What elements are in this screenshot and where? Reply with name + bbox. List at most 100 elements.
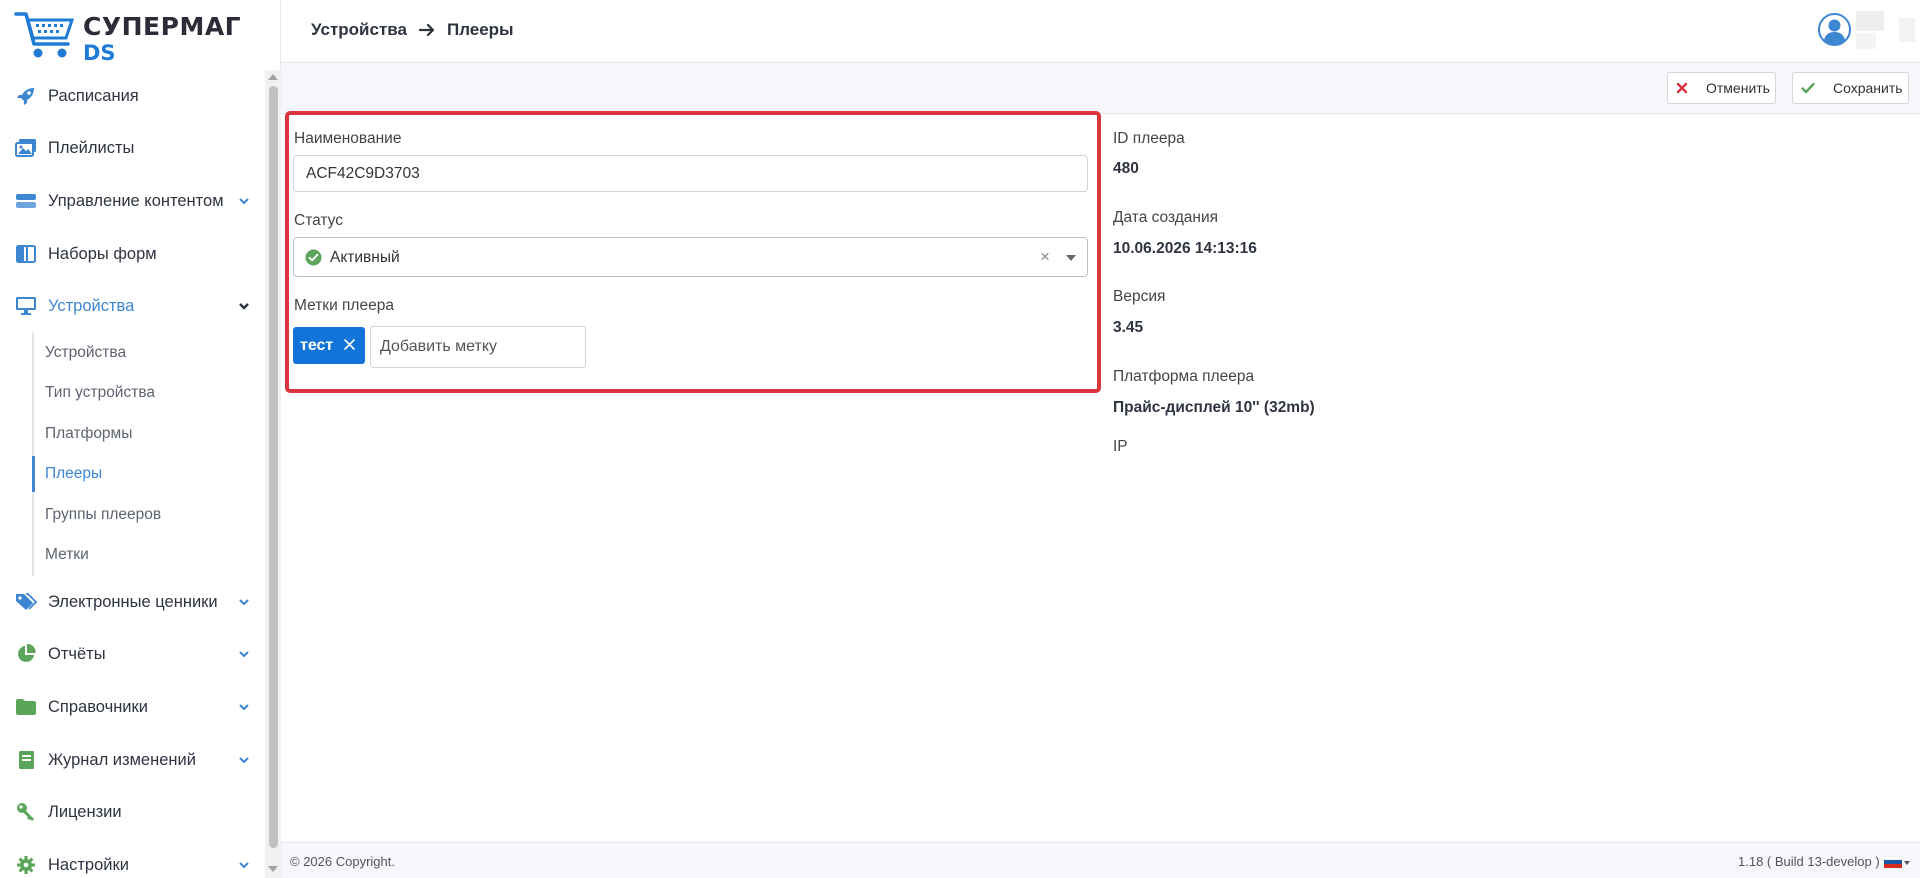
user-avatar-icon[interactable] [1818,13,1851,46]
scroll-down-arrow-icon[interactable] [268,866,278,872]
sidebar-item-content-management[interactable]: Управление контентом [0,181,262,221]
status-select[interactable]: Активный × [293,237,1088,277]
sidebar-item-reports[interactable]: Отчёты [0,634,262,674]
tag-chip: тест [293,327,365,364]
key-icon [15,801,37,823]
chevron-down-icon[interactable] [238,300,250,312]
sidebar-item-label: Настройки [48,855,129,874]
cart-logo-icon [14,12,75,58]
clear-icon[interactable]: × [1040,247,1050,267]
sidebar: СУПЕРМАГ DS Расписания Плейлисты Управле… [0,0,281,878]
status-select-value: Активный [330,249,400,266]
breadcrumb-parent[interactable]: Устройства [311,20,407,40]
sidebar-item-settings[interactable]: Настройки [0,845,262,878]
submenu-line [32,332,34,576]
tag-chip-label: тест [300,336,334,354]
sidebar-item-electronic-labels[interactable]: Электронные ценники [0,582,262,622]
submenu-item-players[interactable]: Плееры [45,460,102,488]
chevron-down-icon[interactable] [238,754,250,766]
player-id-value: 480 [1113,160,1139,177]
chevron-down-icon[interactable] [238,859,250,871]
sidebar-item-label: Справочники [48,697,148,716]
cancel-button[interactable]: Отменить [1667,72,1776,104]
scroll-up-arrow-icon[interactable] [268,74,278,80]
sidebar-item-label: Устройства [48,296,135,315]
submenu-active-indicator [32,456,35,492]
ip-label: IP [1113,438,1128,455]
created-date-value: 10.06.2026 14:13:16 [1113,240,1257,257]
pie-chart-icon [15,643,37,665]
book-icon [15,749,37,771]
logo-title: СУПЕРМАГ [83,12,242,41]
username-redacted [1856,11,1884,31]
folder-icon [15,696,37,718]
caret-down-icon[interactable] [1066,255,1076,261]
header: Устройства Плееры [281,0,1920,63]
sidebar-scrollbar-thumb[interactable] [269,86,278,848]
copyright-text: © 2026 Copyright. [290,854,395,869]
username-redacted [1899,18,1915,42]
submenu-item-tags[interactable]: Метки [45,541,89,569]
cancel-button-label: Отменить [1706,80,1770,96]
sidebar-item-label: Электронные ценники [48,592,218,611]
footer: © 2026 Copyright. 1.18 ( Build 13-develo… [281,842,1920,878]
rocket-icon [15,85,37,107]
gear-icon [15,854,37,876]
language-caret-icon[interactable] [1904,861,1910,865]
breadcrumb: Устройства Плееры [311,20,514,40]
sidebar-item-label: Управление контентом [48,191,224,210]
breadcrumb-current: Плееры [446,20,514,39]
toolbar: Отменить Сохранить [281,63,1920,114]
submenu-item-device-type[interactable]: Тип устройства [45,379,155,407]
tag-remove-icon[interactable] [343,338,356,351]
check-icon [1801,82,1815,94]
sidebar-item-form-sets[interactable]: Наборы форм [0,234,262,274]
chevron-down-icon[interactable] [238,596,250,608]
sidebar-item-playlists[interactable]: Плейлисты [0,128,262,168]
sidebar-item-label: Наборы форм [48,244,157,263]
status-field-label: Статус [294,212,343,229]
chevron-down-icon[interactable] [238,701,250,713]
chevron-down-icon[interactable] [238,648,250,660]
monitor-icon [15,295,37,317]
tags-field-label: Метки плеера [294,297,394,314]
submenu-item-platforms[interactable]: Платформы [45,420,132,448]
submenu-item-player-groups[interactable]: Группы плееров [45,501,161,529]
name-field[interactable]: ACF42C9D3703 [293,155,1088,192]
logo[interactable]: СУПЕРМАГ DS [14,8,241,66]
check-circle-icon [305,249,322,266]
content-icon [15,190,37,212]
version-label: Версия [1113,288,1166,305]
submenu-item-devices[interactable]: Устройства [45,339,126,367]
sidebar-item-change-log[interactable]: Журнал изменений [0,740,262,780]
player-id-label: ID плеера [1113,130,1185,147]
created-date-label: Дата создания [1113,209,1219,226]
add-tag-input[interactable] [370,326,586,368]
username-redacted [1856,33,1876,49]
tags-icon [15,591,37,613]
sidebar-item-label: Отчёты [48,644,106,663]
save-button[interactable]: Сохранить [1792,72,1909,104]
sidebar-item-devices[interactable]: Устройства [0,286,262,326]
sidebar-item-licenses[interactable]: Лицензии [0,792,262,832]
save-button-label: Сохранить [1833,80,1903,96]
sidebar-item-schedules[interactable]: Расписания [0,76,262,116]
name-field-label: Наименование [294,130,402,147]
sidebar-item-label: Журнал изменений [48,750,196,769]
layout-columns-icon [15,243,37,265]
name-field-value: ACF42C9D3703 [306,164,420,182]
russian-flag-icon[interactable] [1884,856,1902,868]
version-text: 1.18 ( Build 13-develop ) [1738,854,1880,869]
chevron-down-icon[interactable] [238,195,250,207]
platform-value: Прайс-дисплей 10'' (32mb) [1113,399,1315,416]
images-icon [15,137,37,159]
sidebar-item-references[interactable]: Справочники [0,687,262,727]
arrow-right-icon [418,23,435,37]
select-separator [1057,246,1058,268]
platform-label: Платформа плеера [1113,368,1255,385]
close-icon [1676,82,1688,94]
sidebar-item-label: Лицензии [48,802,122,821]
version-value: 3.45 [1113,319,1144,336]
logo-subtitle: DS [83,41,116,65]
sidebar-item-label: Плейлисты [48,138,135,157]
